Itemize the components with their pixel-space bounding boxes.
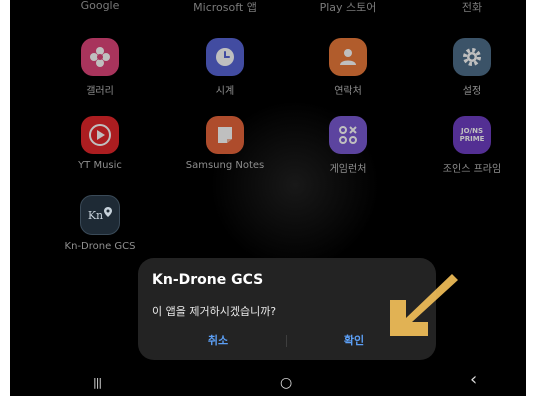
app-label: Kn-Drone GCS bbox=[64, 241, 136, 252]
app-label: 조인스 프라임 bbox=[442, 164, 502, 175]
cancel-button[interactable]: 취소 bbox=[163, 332, 273, 348]
app-label-google[interactable]: Google bbox=[40, 0, 160, 12]
app-label: Samsung Notes bbox=[185, 160, 265, 171]
app-label: YT Music bbox=[78, 160, 122, 171]
home-screen: Google Microsoft 앱 Play 스토어 전화 갤러리 시계 연락… bbox=[10, 0, 526, 396]
app-joins-prime[interactable]: JO/NS PRIME 조인스 프라임 bbox=[417, 116, 526, 175]
app-label: 설정 bbox=[462, 86, 482, 97]
app-gallery[interactable]: 갤러리 bbox=[45, 38, 155, 97]
app-game-launcher[interactable]: 게임런처 bbox=[293, 116, 403, 175]
app-clock[interactable]: 시계 bbox=[170, 38, 280, 97]
navigation-bar: ||| ○ ‹ bbox=[10, 371, 526, 396]
flower-icon bbox=[81, 38, 119, 76]
joins-prime-icon: JO/NS PRIME bbox=[453, 116, 491, 154]
app-label-phone[interactable]: 전화 bbox=[412, 0, 526, 15]
app-yt-music[interactable]: YT Music bbox=[45, 116, 155, 171]
app-samsung-notes[interactable]: Samsung Notes bbox=[170, 116, 280, 171]
gear-icon bbox=[453, 38, 491, 76]
clock-icon bbox=[206, 38, 244, 76]
back-icon[interactable]: ‹ bbox=[470, 371, 477, 389]
play-icon bbox=[81, 116, 119, 154]
app-label-microsoft[interactable]: Microsoft 앱 bbox=[165, 0, 285, 15]
app-label-play-store[interactable]: Play 스토어 bbox=[288, 0, 408, 15]
game-icon bbox=[329, 116, 367, 154]
button-divider bbox=[286, 335, 287, 347]
dialog-message: 이 앱을 제거하시겠습니까? bbox=[152, 305, 277, 318]
pointer-arrow-icon bbox=[390, 274, 458, 336]
app-kn-drone-gcs[interactable]: Kn Kn-Drone GCS bbox=[45, 195, 155, 252]
app-label: 시계 bbox=[215, 86, 235, 97]
notes-icon bbox=[206, 116, 244, 154]
kn-drone-icon: Kn bbox=[80, 195, 120, 235]
app-settings[interactable]: 설정 bbox=[417, 38, 526, 97]
top-app-row: Google Microsoft 앱 Play 스토어 전화 bbox=[10, 0, 526, 18]
person-icon bbox=[329, 38, 367, 76]
recent-apps-icon[interactable]: ||| bbox=[93, 376, 102, 390]
dialog-title: Kn-Drone GCS bbox=[152, 272, 264, 288]
app-label: 연락처 bbox=[334, 86, 362, 97]
app-label: 갤러리 bbox=[86, 86, 114, 97]
app-contacts[interactable]: 연락처 bbox=[293, 38, 403, 97]
app-label: 게임런처 bbox=[329, 164, 367, 175]
home-icon[interactable]: ○ bbox=[280, 376, 292, 390]
